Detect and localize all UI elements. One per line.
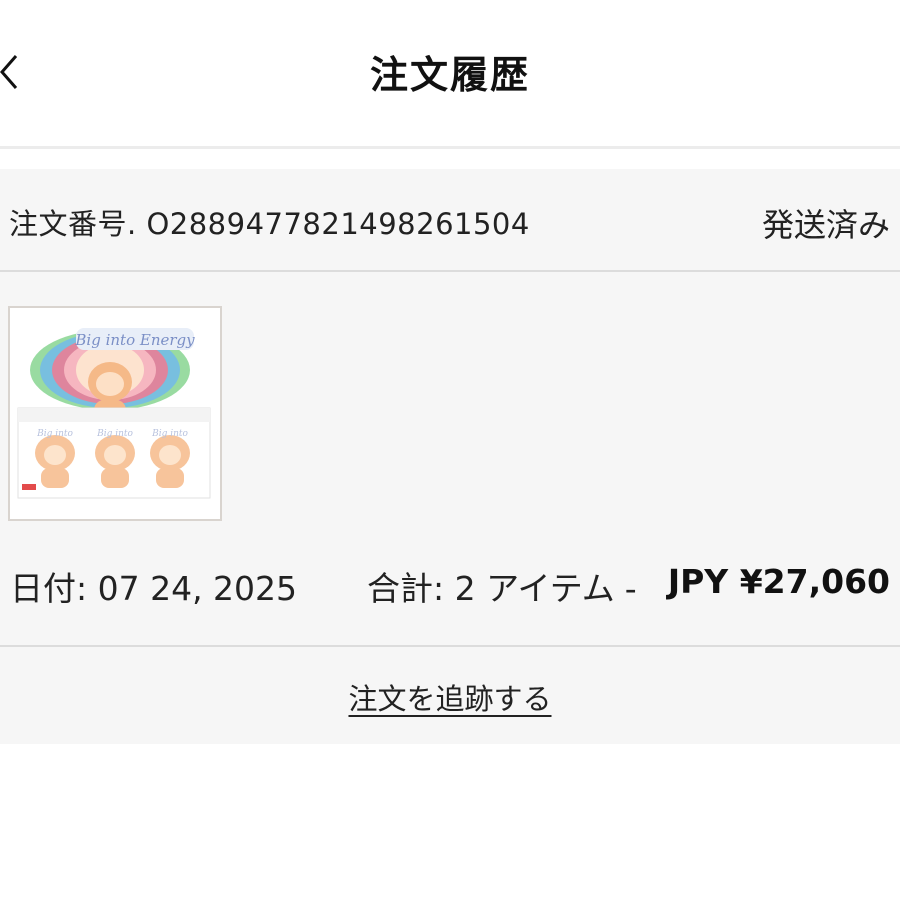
app-header: 注文履歴 <box>0 0 900 146</box>
order-number-label: 注文番号. <box>9 207 147 241</box>
header-divider <box>0 146 900 149</box>
product-thumbnail[interactable]: Big into Energy Big into Big into Big in… <box>8 306 222 521</box>
order-status: 発送済み <box>761 206 890 244</box>
order-number-value: O288947782149826150​4 <box>146 207 530 241</box>
item-count: 2 アイテム <box>454 569 615 608</box>
total-label: 合計: <box>367 569 455 608</box>
product-box-image: Big into Energy Big into Big into Big in… <box>10 308 220 519</box>
summary-divider <box>0 645 900 647</box>
date-value: 07 24, 2025 <box>97 569 298 608</box>
order-divider <box>0 270 900 272</box>
track-order-row: 注文を追跡する <box>0 676 900 718</box>
order-summary-row: 日付: 07 24, 2025 合計: 2 アイテム - JPY ¥27,060 <box>0 562 900 608</box>
order-header-row: 注文番号. O288947782149826150​4 発送済み <box>0 169 900 271</box>
order-date: 日付: 07 24, 2025 <box>10 562 297 610</box>
svg-text:Big into: Big into <box>36 429 73 439</box>
page-title: 注文履歴 <box>369 53 530 97</box>
total-separator: - <box>624 569 637 608</box>
track-order-link[interactable]: 注文を追跡する <box>348 682 551 716</box>
order-price: JPY ¥27,060 <box>667 562 890 601</box>
date-label: 日付: <box>10 569 98 608</box>
svg-text:Big into Energy: Big into Energy <box>74 331 195 349</box>
svg-text:Big into: Big into <box>96 429 133 439</box>
order-number: 注文番号. O288947782149826150​4 <box>9 201 530 243</box>
order-total: 合計: 2 アイテム - <box>367 562 647 610</box>
order-card[interactable]: 注文番号. O288947782149826150​4 発送済み Big int… <box>0 169 900 744</box>
svg-text:Big into: Big into <box>151 429 188 439</box>
